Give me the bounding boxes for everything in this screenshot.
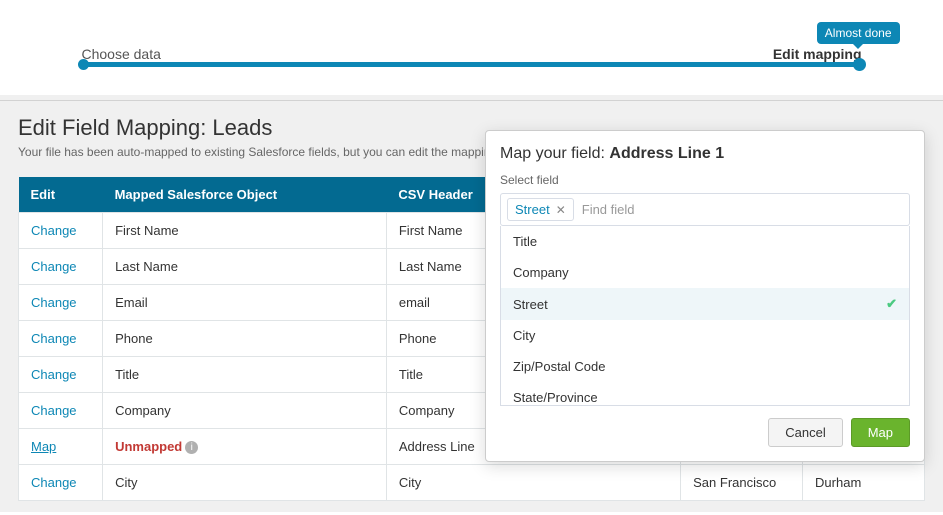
check-icon: ✔ xyxy=(886,296,897,312)
csv-cell: City xyxy=(386,465,680,501)
step-label-edit-mapping: Edit mapping xyxy=(773,46,862,62)
option-label: Street xyxy=(513,297,548,312)
option-label: Company xyxy=(513,265,569,280)
sample-cell: San Francisco xyxy=(681,465,803,501)
progress-badge: Almost done xyxy=(817,22,900,44)
dropdown-option[interactable]: Street ✔ xyxy=(501,288,909,320)
dropdown-option[interactable]: Title xyxy=(501,226,909,257)
mapped-cell: Last Name xyxy=(103,249,387,285)
option-label: State/Province xyxy=(513,390,598,405)
field-dropdown: Title Company Street ✔ City Zip/Postal Code St… xyxy=(500,226,910,406)
sample-cell: Durham xyxy=(803,465,925,501)
mapped-cell: Phone xyxy=(103,321,387,357)
map-button[interactable]: Map xyxy=(851,418,910,447)
mapped-cell: City xyxy=(103,465,387,501)
edit-link[interactable]: Change xyxy=(31,295,77,310)
find-field-input[interactable] xyxy=(580,199,903,220)
edit-link[interactable]: Change xyxy=(31,259,77,274)
cancel-button[interactable]: Cancel xyxy=(768,418,842,447)
field-input-wrap[interactable]: Street ✕ xyxy=(500,193,910,226)
dropdown-option[interactable]: Company xyxy=(501,257,909,288)
chip-label: Street xyxy=(515,202,550,217)
modal-subtitle: Select field xyxy=(500,173,910,187)
edit-link[interactable]: Change xyxy=(31,331,77,346)
selected-chip[interactable]: Street ✕ xyxy=(507,198,574,221)
mapped-cell: Company xyxy=(103,393,387,429)
dropdown-option[interactable]: Zip/Postal Code xyxy=(501,351,909,382)
modal-title: Map your field: Address Line 1 xyxy=(500,145,910,163)
step-label-choose-data: Choose data xyxy=(82,46,161,62)
dropdown-option[interactable]: State/Province xyxy=(501,382,909,406)
option-label: Zip/Postal Code xyxy=(513,359,606,374)
progress-stepper: Almost done Choose data Edit mapping xyxy=(0,0,943,101)
step-dot-1 xyxy=(78,59,89,70)
col-edit: Edit xyxy=(19,177,103,213)
dropdown-option[interactable]: City xyxy=(501,320,909,351)
option-label: Title xyxy=(513,234,537,249)
step-dot-2 xyxy=(853,58,866,71)
mapped-cell: Unmappedi xyxy=(103,429,387,465)
edit-link[interactable]: Change xyxy=(31,403,77,418)
option-label: City xyxy=(513,328,535,343)
edit-link[interactable]: Change xyxy=(31,367,77,382)
edit-link[interactable]: Change xyxy=(31,475,77,490)
mapped-cell: First Name xyxy=(103,213,387,249)
edit-link[interactable]: Change xyxy=(31,223,77,238)
mapped-cell: Email xyxy=(103,285,387,321)
edit-link[interactable]: Map xyxy=(31,439,56,454)
map-field-modal: Map your field: Address Line 1 Select fi… xyxy=(485,130,925,462)
unmapped-label: Unmapped xyxy=(115,439,182,454)
chip-remove-icon[interactable]: ✕ xyxy=(556,203,566,217)
col-mapped: Mapped Salesforce Object xyxy=(103,177,387,213)
mapped-cell: Title xyxy=(103,357,387,393)
info-icon[interactable]: i xyxy=(185,441,198,454)
table-row: ChangeCityCitySan FranciscoDurham xyxy=(19,465,925,501)
